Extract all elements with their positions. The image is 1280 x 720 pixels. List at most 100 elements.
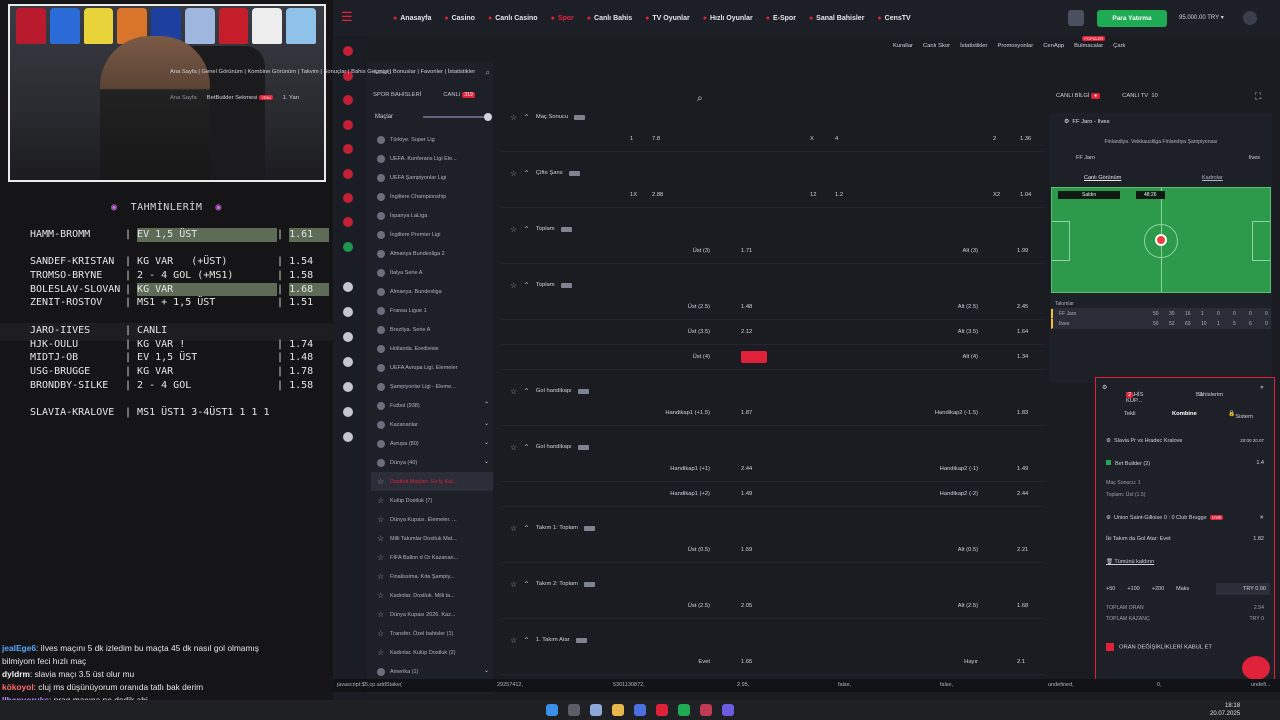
market-header[interactable]: ☆ ⌃ Toplam (500, 219, 1045, 239)
star-icon[interactable]: ☆ (377, 648, 385, 657)
app-icon[interactable] (634, 704, 646, 716)
league-item[interactable]: ☆ Dünya Kupası 2026. Kaz... (371, 605, 493, 624)
chevron-up-icon[interactable]: ⌃ (523, 169, 530, 178)
boxing-icon[interactable] (343, 357, 353, 367)
subnav-link-0[interactable]: Kurallar (893, 43, 913, 49)
tab-lineups[interactable]: Kadrolar (1202, 175, 1223, 181)
league-item[interactable]: ☆ Dünya Kupası. Elemeler. ... (371, 510, 493, 529)
stats-icon[interactable] (568, 170, 580, 176)
live-icon[interactable] (343, 46, 353, 56)
league-item[interactable]: ☆ Transfer. Özel bahisler (1) (371, 624, 493, 643)
nav-link-2[interactable]: ● Canlı Casino (488, 15, 538, 22)
menu-icon[interactable]: ☰ (341, 10, 355, 24)
stake-chip[interactable]: +100 (1127, 586, 1139, 592)
snooker-icon[interactable] (343, 332, 353, 342)
accept-checkbox[interactable] (1106, 643, 1114, 651)
tab-single[interactable]: Tekli (1124, 411, 1136, 417)
chevron-up-icon[interactable]: ⌃ (523, 524, 530, 533)
basketball-icon[interactable] (343, 95, 353, 105)
odds-button[interactable]: 2.88 (652, 192, 663, 198)
nav-link-6[interactable]: ● Hızlı Oyunlar (703, 15, 753, 22)
odds-button[interactable]: 1.87 (741, 410, 752, 416)
tab-combo[interactable]: Kombine (1172, 411, 1197, 417)
favorite-star-icon[interactable]: ☆ (510, 113, 517, 122)
subnav-link-4[interactable]: CenApp (1043, 43, 1064, 49)
odds-button[interactable]: 1.64 (1017, 329, 1028, 335)
search-icon[interactable]: ⌕ (486, 66, 490, 80)
tab-live-view[interactable]: Canlı Görünüm (1084, 175, 1121, 181)
odds-button[interactable]: 3.44 (741, 351, 767, 363)
breadcrumb[interactable]: Ana Sayfa | Genel Görünüm | Kombine Görü… (170, 69, 475, 75)
league-item[interactable]: Avrupa (80) ⌄ (371, 434, 493, 453)
odds-button[interactable]: 7.8 (652, 136, 660, 142)
odds-button[interactable]: 1.83 (1017, 410, 1028, 416)
esports-icon[interactable] (343, 242, 353, 252)
league-item[interactable]: İspanya LaLiga (371, 206, 493, 225)
nav-link-8[interactable]: ● Sanal Bahisler (809, 15, 864, 22)
odds-button[interactable]: 1.71 (741, 248, 752, 254)
chevron-down-icon[interactable]: ⌄ (484, 420, 489, 427)
tab-system[interactable]: 🔒 Sistem (1228, 411, 1253, 420)
market-header[interactable]: ☆ ⌃ 1. Takım Atar (500, 630, 1045, 650)
market-header[interactable]: ☆ ⌃ Gol handikapı (500, 437, 1045, 457)
odds-button[interactable]: 4 (835, 136, 838, 142)
chevron-up-icon[interactable]: ⌃ (523, 387, 530, 396)
market-header[interactable]: ☆ ⌃ Maç Sonucu (500, 107, 1045, 127)
baseball-icon[interactable] (343, 217, 353, 227)
stats-icon[interactable] (577, 388, 589, 394)
odds-button[interactable]: 2.45 (1017, 304, 1028, 310)
star-icon[interactable]: ☆ (377, 610, 385, 619)
stats-icon[interactable] (583, 525, 595, 531)
chevron-up-icon[interactable]: ⌃ (523, 281, 530, 290)
stats-icon[interactable] (583, 581, 595, 587)
league-item[interactable]: UEFA. Konferans Ligi Ele... (371, 149, 493, 168)
settings-icon[interactable]: ⚙ (1102, 385, 1107, 391)
clear-all-link[interactable]: 🗑 Tümünü kaldırın (1106, 559, 1270, 565)
tab-betbuilder[interactable]: BetBuilder Sekmesi YENİ (207, 95, 273, 101)
star-icon[interactable]: ☆ (377, 591, 385, 600)
chevron-down-icon[interactable]: ⌄ (484, 458, 489, 465)
odds-button[interactable]: 1.65 (741, 659, 752, 665)
tab-sports[interactable]: SPOR BAHİSLERİ (373, 92, 421, 98)
league-item[interactable]: İngiltere Premier Ligi (371, 225, 493, 244)
subnav-link-3[interactable]: Promosyonlar (997, 43, 1033, 49)
chevron-down-icon[interactable]: ⌄ (484, 667, 489, 674)
stake-chip[interactable]: +200 (1152, 586, 1164, 592)
stake-chip[interactable]: +50 (1106, 586, 1115, 592)
chevron-up-icon[interactable]: ⌃ (523, 636, 530, 645)
cricket-icon[interactable] (343, 307, 353, 317)
slider-handle[interactable] (484, 113, 492, 121)
nav-link-3[interactable]: ● Spor (551, 15, 574, 22)
odds-button[interactable]: 1.49 (741, 491, 752, 497)
remove-bet-icon[interactable]: ✕ (1259, 515, 1264, 521)
favorite-star-icon[interactable]: ☆ (510, 281, 517, 290)
balance[interactable]: 95.000.00 TRY ▾ (1179, 14, 1224, 21)
favorite-star-icon[interactable]: ☆ (510, 169, 517, 178)
formula-icon[interactable] (343, 432, 353, 442)
favorite-star-icon[interactable]: ☆ (510, 524, 517, 533)
tab-live-info[interactable]: CANLI BİLGİ ● (1056, 93, 1101, 99)
league-item[interactable]: Şampiyonlar Ligi - Eleme... (371, 377, 493, 396)
league-item[interactable]: UEFA Avrupa Ligi. Elemeler (371, 358, 493, 377)
stats-icon[interactable] (577, 444, 589, 450)
favorite-star-icon[interactable]: ☆ (510, 443, 517, 452)
subnav-link-6[interactable]: Çark (1113, 43, 1125, 49)
rugby-icon[interactable] (343, 407, 353, 417)
tab-home[interactable]: Ana Sayfa (170, 95, 197, 101)
discord-icon[interactable] (722, 704, 734, 716)
odds-button[interactable]: 1.48 (741, 304, 752, 310)
chevron-down-icon[interactable]: ⌄ (484, 439, 489, 446)
market-header[interactable]: ☆ ⌃ Çifte Şans (500, 163, 1045, 183)
stake-chip[interactable]: Maks (1176, 586, 1189, 592)
league-item[interactable]: ☆ Finalissima. Kıta Şampiy... (371, 567, 493, 586)
chevron-up-icon[interactable]: ⌃ (523, 580, 530, 589)
star-icon[interactable]: ☆ (377, 572, 385, 581)
accept-odds-changes[interactable]: ORAN DEĞİŞİKLİKLERİ KABUL ET (1106, 643, 1212, 651)
chevron-up-icon[interactable]: ⌃ (523, 443, 530, 452)
star-icon[interactable]: ☆ (377, 534, 385, 543)
star-icon[interactable]: ☆ (377, 496, 385, 505)
stats-icon[interactable] (560, 226, 572, 232)
odds-button[interactable]: 2.44 (741, 466, 752, 472)
odds-button[interactable]: 1.36 (1020, 136, 1031, 142)
league-item[interactable]: ☆ Kulüp Dostluk (7) (371, 491, 493, 510)
